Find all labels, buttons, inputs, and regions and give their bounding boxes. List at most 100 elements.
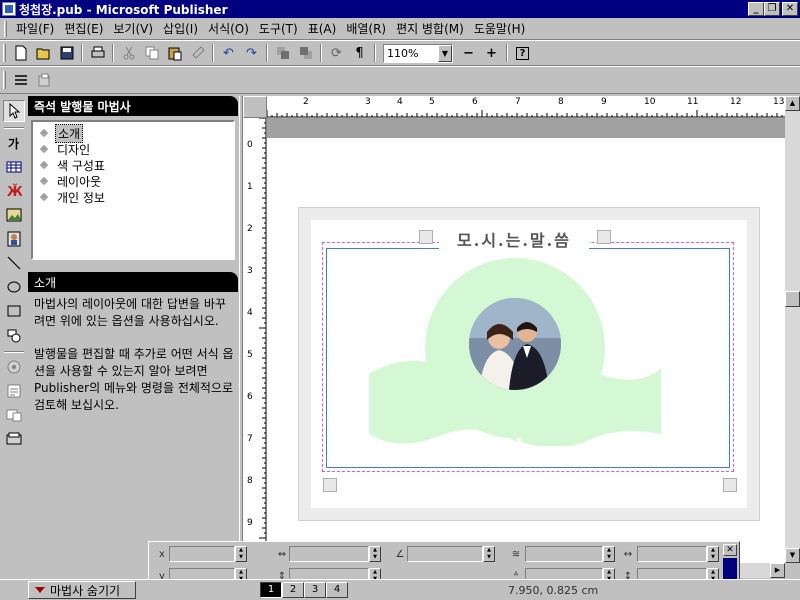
text-frame-connector[interactable] [597, 230, 611, 244]
tool-separator [3, 351, 24, 353]
text-frame-connector[interactable] [723, 478, 737, 492]
menu-grip[interactable] [4, 20, 7, 37]
form-control-tool[interactable] [3, 380, 25, 402]
page-tab-1[interactable]: 1 [260, 582, 282, 598]
text-frame-connector[interactable] [323, 478, 337, 492]
ruler-label: 4 [247, 308, 253, 318]
menu-file[interactable]: 파일(F) [11, 20, 59, 38]
card-title[interactable]: 모.시.는.말.씀 [439, 228, 589, 254]
page-tab-4[interactable]: 4 [326, 582, 348, 598]
text-frame-connector[interactable] [419, 230, 433, 244]
width-icon: ⇔ [277, 548, 287, 560]
save-icon[interactable] [55, 42, 78, 64]
vertical-ruler[interactable]: 0 1 2 3 4 5 6 7 8 9 [243, 118, 267, 563]
menu-mail-merge[interactable]: 편지 병합(M) [391, 20, 469, 38]
scroll-up-button[interactable]: ▲ [785, 96, 800, 111]
scroll-right-button[interactable]: ▶ [770, 563, 785, 578]
wizard-item-design[interactable]: 디자인 [37, 141, 229, 157]
menu-help[interactable]: 도움말(H) [469, 20, 531, 38]
menu-tools[interactable]: 도구(T) [254, 20, 303, 38]
invitation-card[interactable]: 모.시.는.말.씀 [298, 207, 760, 521]
ruler-label: 11 [687, 97, 699, 107]
cursor-position: 7.950, 0.825 cm [508, 583, 599, 597]
width-input[interactable] [289, 546, 369, 562]
table-tool[interactable] [3, 156, 25, 178]
formatting-toolbar [0, 66, 800, 94]
title-bar: 청첩장.pub - Microsoft Publisher _ ❐ ✕ [0, 0, 800, 18]
wizard-item-color-scheme[interactable]: 색 구성표 [37, 157, 229, 173]
cut-icon[interactable] [117, 42, 140, 64]
zoom-out-button[interactable]: − [457, 42, 480, 64]
ruler-label: 1 [247, 182, 253, 192]
rectangle-tool[interactable] [3, 300, 25, 322]
bring-front-icon[interactable] [271, 42, 294, 64]
help-button[interactable]: ? [511, 42, 534, 64]
custom-shapes-tool[interactable] [3, 324, 25, 346]
pilcrow-icon[interactable]: ¶ [348, 42, 371, 64]
char-scaling-input[interactable] [525, 546, 603, 562]
toolbar-grip[interactable] [3, 44, 6, 62]
page-tab-2[interactable]: 2 [282, 582, 304, 598]
new-icon[interactable] [9, 42, 32, 64]
oval-tool[interactable] [3, 276, 25, 298]
wordart-tool[interactable]: Ӂ [3, 180, 25, 202]
close-icon[interactable]: ✕ [723, 544, 737, 556]
wizard-item-personal-info[interactable]: 개인 정보 [37, 189, 229, 205]
zoom-in-button[interactable]: + [480, 42, 503, 64]
html-code-tool[interactable] [3, 404, 25, 426]
properties-icon[interactable] [32, 69, 55, 91]
hotspot-tool[interactable] [3, 356, 25, 378]
publisher-app-icon[interactable] [2, 2, 16, 16]
spin-buttons[interactable]: ▲▼ [603, 546, 615, 562]
pointer-tool[interactable] [2, 100, 25, 122]
picture-frame-tool[interactable] [3, 204, 25, 226]
minimize-button[interactable]: _ [748, 2, 764, 16]
spin-buttons[interactable]: ▲▼ [483, 546, 495, 562]
rotation-input[interactable] [407, 546, 483, 562]
wizard-item-introduction[interactable]: 소개 [37, 123, 229, 143]
open-icon[interactable] [32, 42, 55, 64]
menu-insert[interactable]: 삽입(I) [158, 20, 203, 38]
page-tab-3[interactable]: 3 [304, 582, 326, 598]
toolbar-grip[interactable] [3, 71, 6, 89]
line-tool[interactable] [3, 252, 25, 274]
spin-buttons[interactable]: ▲▼ [707, 546, 719, 562]
rotate-icon[interactable]: ⟳ [325, 42, 348, 64]
publication-canvas[interactable]: 모.시.는.말.씀 [267, 118, 785, 563]
close-button[interactable]: ✕ [782, 2, 798, 16]
kerning-input[interactable] [637, 546, 707, 562]
spin-buttons[interactable]: ▲▼ [369, 546, 381, 562]
paste-icon[interactable] [163, 42, 186, 64]
text-tool[interactable]: 가 [3, 132, 25, 154]
clip-art-tool[interactable] [3, 228, 25, 250]
page-navigator: 1 2 3 4 [260, 582, 348, 598]
spin-buttons[interactable]: ▲▼ [235, 546, 247, 562]
menu-table[interactable]: 표(A) [303, 20, 342, 38]
horizontal-ruler[interactable]: 2 3 4 5 6 7 8 9 10 11 12 13 [267, 96, 785, 118]
scroll-down-button[interactable]: ▼ [785, 548, 800, 563]
wizard-section-title: 소개 [28, 272, 238, 292]
chevron-down-icon[interactable]: ▼ [438, 44, 452, 62]
undo-icon[interactable]: ↶ [217, 42, 240, 64]
ruler-label: 7 [247, 434, 253, 444]
ruler-origin[interactable] [243, 96, 267, 118]
send-back-icon[interactable] [294, 42, 317, 64]
redo-icon[interactable]: ↷ [240, 42, 263, 64]
menu-edit[interactable]: 편집(E) [59, 20, 108, 38]
menu-format[interactable]: 서식(O) [203, 20, 254, 38]
vertical-scrollbar[interactable]: ▲ ▼ [785, 96, 800, 563]
list-icon[interactable] [9, 69, 32, 91]
svg-text:Ӂ: Ӂ [7, 184, 22, 199]
hide-wizard-button[interactable]: 마법사 숨기기 [28, 581, 136, 599]
copy-icon[interactable] [140, 42, 163, 64]
menu-view[interactable]: 보기(V) [108, 20, 158, 38]
x-position-input[interactable] [169, 546, 235, 562]
wizard-item-layout[interactable]: 레이아웃 [37, 173, 229, 189]
restore-button[interactable]: ❐ [764, 2, 780, 16]
print-icon[interactable] [86, 42, 109, 64]
scroll-thumb[interactable] [785, 291, 800, 307]
menu-arrange[interactable]: 배열(R) [341, 20, 391, 38]
format-painter-icon[interactable] [186, 42, 209, 64]
design-gallery-tool[interactable] [3, 428, 25, 450]
zoom-select[interactable]: 110% ▼ [383, 43, 453, 63]
